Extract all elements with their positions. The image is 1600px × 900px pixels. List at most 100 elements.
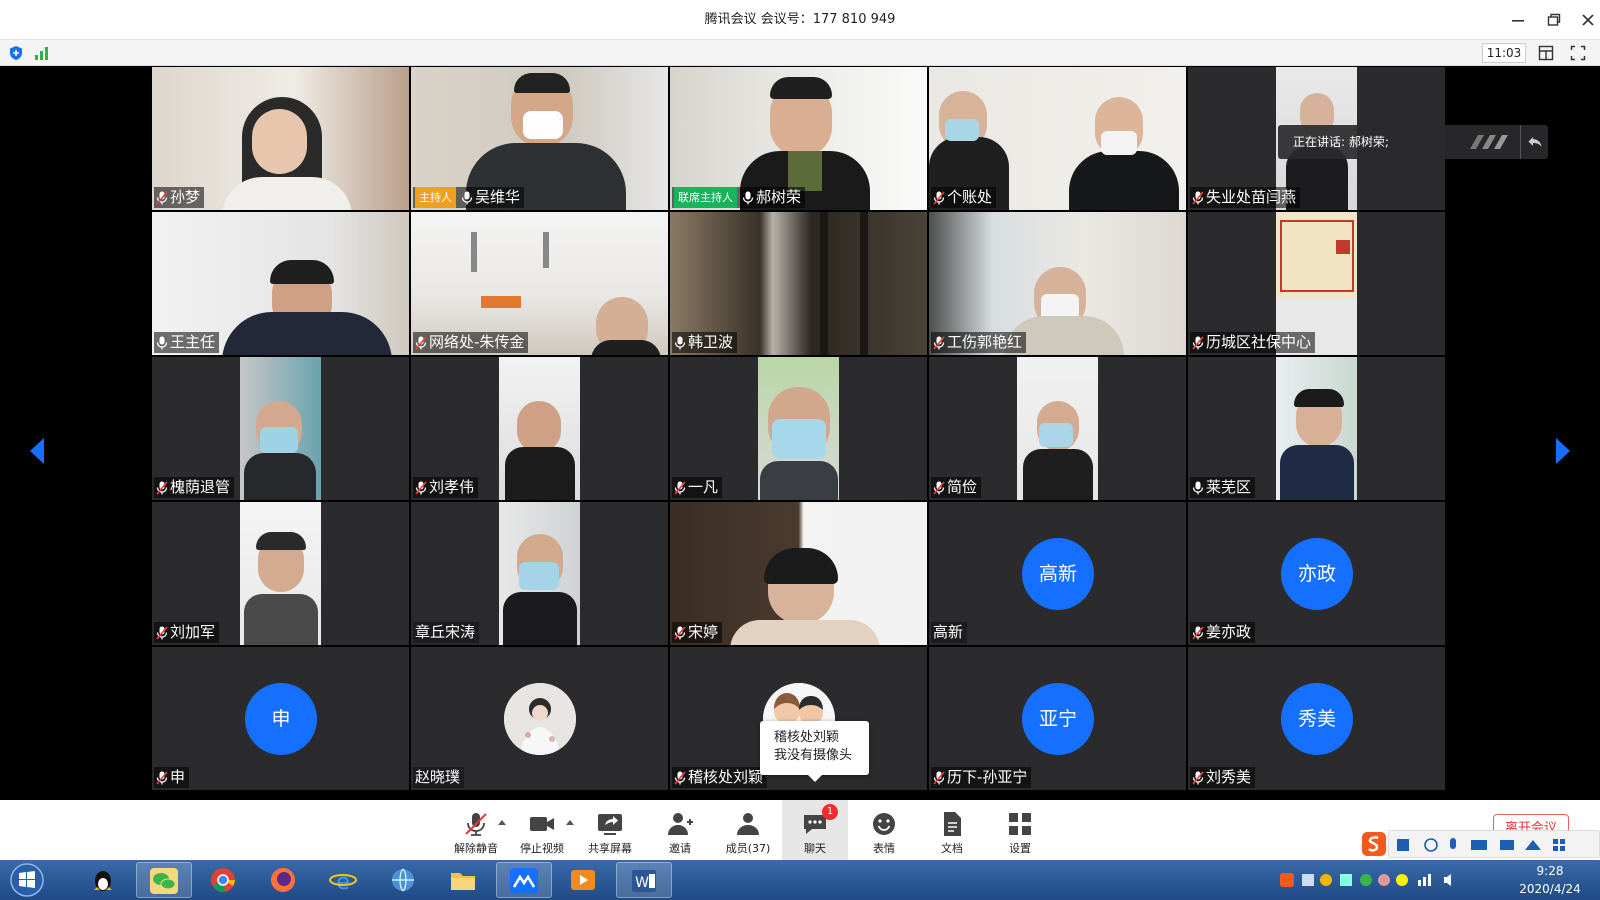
minimize-button[interactable] [1508,10,1528,30]
share-screen-icon [598,814,622,835]
participant-tile[interactable]: 一凡 [670,357,927,500]
participant-avatar: 秀美 [1281,683,1353,755]
participant-tile[interactable]: 个账处 [929,67,1186,210]
stop-video-button[interactable]: 停止视频 [510,800,574,860]
mic-muted-icon [674,625,686,640]
members-button[interactable]: 成员(37) [716,800,780,860]
participant-tile[interactable]: 王主任 [152,212,409,355]
speaking-indicator: 正在讲话: 郝树荣; [1278,125,1548,159]
taskbar-word[interactable]: W [616,862,672,898]
participant-tile[interactable]: 刘加军 [152,502,409,645]
tooltip-name: 稽核处刘颖 [774,730,840,745]
taskbar-ie[interactable]: e [316,862,372,898]
participant-tile[interactable]: 亦政 姜亦政 [1188,502,1445,645]
security-shield-icon[interactable] [8,45,24,61]
participant-tile[interactable]: 秀美 刘秀美 [1188,647,1445,790]
network-signal-icon[interactable] [34,45,50,61]
participant-tile[interactable]: 槐荫退管 [152,357,409,500]
firefox-icon [271,868,295,892]
participant-tile[interactable]: 刘孝伟 [411,357,668,500]
participant-tile[interactable]: 高新 高新 [929,502,1186,645]
participant-name-label: 宋婷 [672,622,723,643]
participant-name-label: 赵晓璞 [413,767,465,788]
participant-name-label: 刘加军 [154,622,220,643]
audio-options-caret-icon[interactable] [498,820,506,825]
title-bar: 腾讯会议 会议号：177 810 949 [0,0,1600,40]
fullscreen-icon[interactable] [1570,45,1586,61]
participant-name-label: 章丘宋涛 [413,622,480,643]
cohost-badge: 联席主持人 [674,187,737,208]
invite-button[interactable]: 邀请 [648,800,712,860]
mic-muted-icon [933,480,945,495]
meeting-toolbar: 解除静音 停止视频 共享屏幕 邀请 成员(37) 1 聊天 表情 文档 设置 离… [0,800,1600,860]
system-tray-icons[interactable] [1280,871,1480,889]
taskbar-media-player[interactable] [556,862,612,898]
participant-name-label: 王主任 [154,332,220,353]
video-stage: 孙梦 主持人 吴维华 联席主持人 郝树荣 个账处 失业处苗闫燕 王主任 网络处-… [0,66,1600,800]
participant-tile[interactable]: 章丘宋涛 [411,502,668,645]
taskbar-explorer[interactable] [436,862,492,898]
tencent-meeting-icon [510,868,538,894]
chat-unread-badge: 1 [822,804,838,820]
collapse-speaking-button[interactable] [1520,125,1548,159]
folder-icon [451,873,475,890]
participant-tile[interactable]: 宋婷 [670,502,927,645]
mic-on-icon [156,336,168,350]
restore-button[interactable] [1544,10,1564,30]
taskbar-network[interactable] [376,862,432,898]
meeting-window: 腾讯会议 会议号：177 810 949 11:03 孙梦 主持人 吴维华 联席… [0,0,1600,900]
ime-toolbar[interactable] [1362,830,1600,858]
video-options-caret-icon[interactable] [566,820,574,825]
taskbar-tencent-meeting[interactable] [496,862,552,898]
reactions-button[interactable]: 表情 [852,800,916,860]
participant-name-label: 历城区社保中心 [1190,332,1316,353]
close-button[interactable] [1578,10,1598,30]
participant-tile[interactable]: 韩卫波 [670,212,927,355]
participant-name-label: 槐荫退管 [154,477,235,498]
participant-name-label: 高新 [931,622,968,643]
settings-button[interactable]: 设置 [988,800,1052,860]
unmute-button[interactable]: 解除静音 [444,800,508,860]
participant-tile[interactable]: 申 申 [152,647,409,790]
participant-name-label: 联席主持人 郝树荣 [672,187,806,208]
qq-penguin-icon [94,871,112,891]
participant-name-label: 主持人 吴维华 [413,187,525,208]
next-page-arrow-icon[interactable] [1552,435,1574,467]
reply-arrow-icon [1528,137,1542,147]
mic-muted-icon [1192,335,1204,350]
participant-tile[interactable]: 赵晓璞 [411,647,668,790]
taskbar-chrome[interactable] [196,862,252,898]
chat-button[interactable]: 1 聊天 [782,800,848,860]
participant-tile[interactable]: 历城区社保中心 [1188,212,1445,355]
start-button-icon[interactable] [6,862,48,898]
participant-tile[interactable]: 简俭 [929,357,1186,500]
participant-name-label: 个账处 [931,187,997,208]
participant-name-label: 姜亦政 [1190,622,1256,643]
participant-tile[interactable]: 孙梦 [152,67,409,210]
layout-icon[interactable] [1538,45,1554,61]
taskbar-qq[interactable] [76,862,132,898]
taskbar-firefox[interactable] [256,862,312,898]
participant-tile[interactable]: 莱芜区 [1188,357,1445,500]
participant-tile[interactable]: 网络处-朱传金 [411,212,668,355]
participant-tile[interactable]: 亚宁 历下-孙亚宁 [929,647,1186,790]
mic-muted-icon [156,190,168,205]
mic-muted-icon [465,813,487,836]
taskbar-wechat[interactable] [136,862,192,898]
mic-muted-icon [156,480,168,495]
previous-page-arrow-icon[interactable] [26,435,48,467]
participant-name-label: 网络处-朱传金 [413,332,529,353]
participant-name-label: 孙梦 [154,187,205,208]
participant-tile[interactable]: 主持人 吴维华 [411,67,668,210]
speaker-thumbnails-icon [1470,135,1508,149]
mic-muted-icon [933,335,945,350]
share-screen-button[interactable]: 共享屏幕 [578,800,642,860]
mic-muted-icon [415,480,427,495]
participant-name-label: 工伤郭艳红 [931,332,1027,353]
participant-tile[interactable]: 联席主持人 郝树荣 [670,67,927,210]
participant-avatar: 高新 [1022,538,1094,610]
participant-tooltip: 稽核处刘颖 我没有摄像头 [760,721,869,782]
participant-tile[interactable]: 工伤郭艳红 [929,212,1186,355]
documents-button[interactable]: 文档 [920,800,984,860]
taskbar-clock[interactable]: 9:28 2020/4/24 [1500,862,1600,898]
